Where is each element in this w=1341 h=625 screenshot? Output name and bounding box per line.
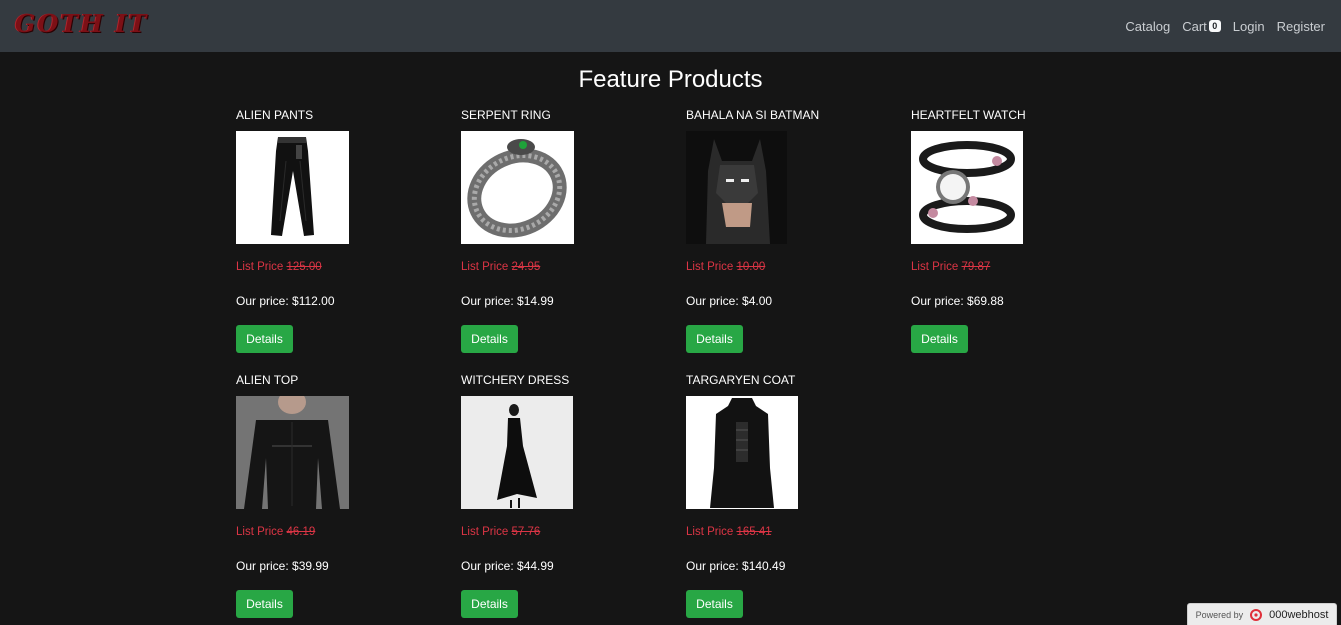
nav-catalog-link[interactable]: Catalog [1119, 19, 1176, 34]
our-price: Our price: $112.00 [236, 294, 335, 308]
our-price: Our price: $140.49 [686, 559, 786, 573]
list-price-value: 24.95 [511, 261, 541, 273]
our-price: Our price: $39.99 [236, 559, 329, 573]
details-button[interactable]: Details [461, 590, 518, 618]
our-price: Our price: $4.00 [686, 294, 773, 308]
product-name: BAHALA NA SI BATMAN [686, 108, 820, 122]
nav-cart-label: Cart [1182, 18, 1207, 34]
nav-cart-link[interactable]: Cart 0 [1176, 19, 1227, 34]
powered-by-label: Powered by [1195, 609, 1244, 620]
our-price-value: $44.99 [517, 559, 554, 573]
list-price-value: 165.41 [736, 526, 772, 538]
list-price-value: 46.19 [286, 526, 316, 538]
nav-links: Catalog Cart 0 Login Register [1119, 0, 1331, 52]
details-button[interactable]: Details [236, 325, 293, 353]
details-button[interactable]: Details [686, 590, 743, 618]
our-price: Our price: $69.88 [911, 294, 1004, 308]
list-price: List Price 57.76 [461, 526, 541, 538]
top-image[interactable] [236, 396, 349, 509]
webhost-brand: 000webhost [1269, 608, 1329, 621]
ring-image[interactable] [461, 131, 574, 244]
powered-by-badge[interactable]: Powered by 000webhost [1187, 603, 1337, 625]
list-price-value: 57.76 [511, 526, 541, 538]
navbar: GOTH IT Catalog Cart 0 Login Register [0, 0, 1341, 52]
dress-image[interactable] [461, 396, 574, 509]
list-price: List Price 79.87 [911, 261, 991, 273]
batman-image[interactable] [686, 131, 799, 244]
our-price: Our price: $14.99 [461, 294, 554, 308]
our-price: Our price: $44.99 [461, 559, 554, 573]
nav-login-link[interactable]: Login [1227, 19, 1271, 34]
nav-register-link[interactable]: Register [1271, 19, 1331, 34]
page-title: Feature Products [578, 66, 763, 93]
pants-image[interactable] [236, 131, 349, 244]
details-button[interactable]: Details [686, 325, 743, 353]
our-price-value: $140.49 [742, 559, 786, 573]
list-price: List Price 24.95 [461, 261, 541, 273]
our-price-value: $14.99 [517, 294, 554, 308]
product-name: HEARTFELT WATCH [911, 108, 1026, 122]
details-button[interactable]: Details [461, 325, 518, 353]
cart-count-badge: 0 [1208, 20, 1221, 32]
list-price-value: 79.87 [961, 261, 991, 273]
product-name: TARGARYEN COAT [686, 373, 796, 387]
our-price-value: $39.99 [292, 559, 329, 573]
details-button[interactable]: Details [911, 325, 968, 353]
webhost-logo-icon [1250, 608, 1263, 621]
list-price-value: 10.00 [736, 261, 766, 273]
product-name: ALIEN PANTS [236, 108, 314, 122]
list-price: List Price 46.19 [236, 526, 316, 538]
site-logo[interactable]: GOTH IT [15, 9, 148, 38]
coat-image[interactable] [686, 396, 799, 509]
watch-image[interactable] [911, 131, 1024, 244]
our-price-value: $112.00 [292, 294, 335, 308]
product-name: ALIEN TOP [236, 373, 299, 387]
our-price-value: $4.00 [742, 294, 773, 308]
product-name: SERPENT RING [461, 108, 551, 122]
list-price: List Price 125.00 [236, 261, 322, 273]
our-price-value: $69.88 [967, 294, 1004, 308]
list-price: List Price 165.41 [686, 526, 772, 538]
list-price-value: 125.00 [286, 261, 322, 273]
product-name: WITCHERY DRESS [461, 373, 570, 387]
details-button[interactable]: Details [236, 590, 293, 618]
list-price: List Price 10.00 [686, 261, 766, 273]
